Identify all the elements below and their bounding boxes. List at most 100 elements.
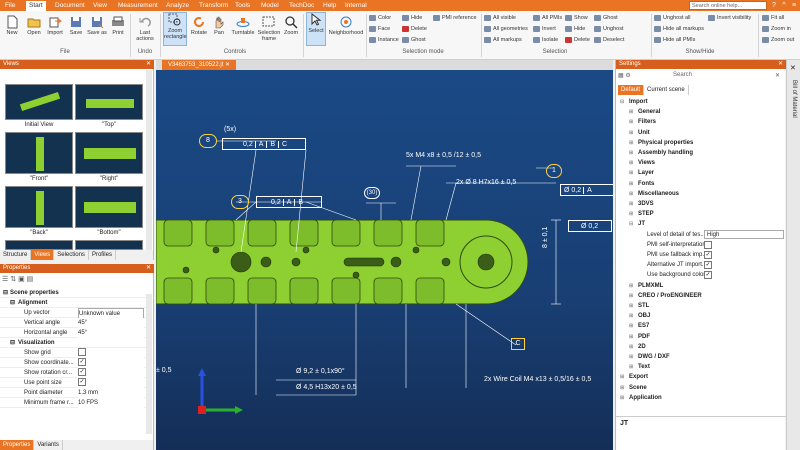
menu-techdoc[interactable]: TechDoc: [286, 1, 317, 11]
fcf-profile[interactable]: 0,2 ABC: [222, 138, 306, 150]
settings-row[interactable]: ⊞ Physical properties: [616, 138, 786, 148]
settings-row[interactable]: ⊞ Assembly handling: [616, 148, 786, 158]
expand-icon[interactable]: ⊞: [629, 168, 633, 178]
settings-row[interactable]: ⊞ Filters: [616, 117, 786, 127]
settings-row[interactable]: ⊞ PLMXML: [616, 281, 786, 291]
zoom-rectangle-button[interactable]: Zoom rectangle: [163, 12, 187, 46]
expand-icon[interactable]: ⊞: [629, 107, 633, 117]
expand-icon[interactable]: ⊞: [629, 189, 633, 199]
zoom-in[interactable]: Zoom in: [762, 25, 791, 33]
annotation-text[interactable]: Ø 9,2 ± 0,1x90°: [296, 368, 345, 375]
fcf-position-right[interactable]: Ø 0,2: [568, 220, 612, 232]
expand-icon[interactable]: ⊞: [629, 128, 633, 138]
tab-variants[interactable]: Variants: [34, 440, 63, 450]
settings-row[interactable]: ⊞ STEP: [616, 209, 786, 219]
settings-row[interactable]: Alternative JT import... ✓: [616, 260, 786, 270]
expand-icon[interactable]: ⊞: [629, 352, 633, 362]
settings-row[interactable]: ⊞ OBJ: [616, 311, 786, 321]
expand-icon[interactable]: ⊟: [620, 97, 624, 107]
settings-row[interactable]: ⊞ Scene: [616, 383, 786, 393]
menu-internal[interactable]: Internal: [342, 1, 370, 11]
sort-alpha-icon[interactable]: ⇅: [10, 276, 16, 283]
help-icon[interactable]: ?: [769, 0, 779, 11]
properties-scrollbar[interactable]: [146, 294, 152, 434]
expand-icon[interactable]: ⊞: [620, 383, 624, 393]
3d-viewport[interactable]: V3463753_310522.jt ✕ 8 (5x) 0,2 ABC 5x M…: [156, 60, 613, 450]
view-thumb-back[interactable]: [5, 186, 73, 228]
selmode-instance[interactable]: Instance: [369, 36, 399, 44]
menu-transform[interactable]: Transform: [196, 1, 231, 11]
selmode-hide[interactable]: Hide: [402, 14, 422, 22]
alignment-header[interactable]: ⊟ Alignment: [0, 298, 150, 308]
isolate-selection[interactable]: Isolate: [533, 36, 558, 44]
save-button[interactable]: Save: [67, 15, 85, 36]
tab-structure[interactable]: Structure: [0, 250, 32, 260]
bill-of-material-tab[interactable]: Bill of Material: [787, 80, 800, 118]
settings-checkbox[interactable]: ✓: [704, 251, 712, 259]
use-point-size-checkbox[interactable]: ✓: [78, 378, 86, 387]
tab-selections[interactable]: Selections: [54, 250, 89, 260]
fit-all[interactable]: Fit all: [762, 14, 784, 22]
ghost-selection[interactable]: Ghost: [594, 14, 618, 22]
delete-selection[interactable]: Delete: [565, 36, 590, 44]
show-grid-checkbox[interactable]: [78, 348, 86, 357]
invert-selection[interactable]: Invert: [533, 25, 556, 33]
show-grid-row[interactable]: Show grid: [0, 348, 150, 358]
view-thumb-extra[interactable]: [5, 240, 73, 250]
select-all-markups[interactable]: All markups: [484, 36, 522, 44]
annotation-text[interactable]: 5x M4 x8 ± 0,5 /12 ± 0,5: [406, 152, 481, 159]
expand-icon[interactable]: ⊞: [629, 209, 633, 219]
view-thumb-initial[interactable]: [5, 84, 73, 120]
settings-row[interactable]: ⊞ 3DVS: [616, 199, 786, 209]
menu-file[interactable]: File: [2, 1, 18, 11]
document-tab[interactable]: V3463753_310522.jt ✕: [162, 60, 237, 70]
save-as-button[interactable]: Save as: [87, 15, 107, 36]
zoom-out[interactable]: Zoom out: [762, 36, 794, 44]
expand-icon[interactable]: ⊞: [629, 291, 633, 301]
settings-row[interactable]: ⊞ STL: [616, 301, 786, 311]
settings-row[interactable]: ⊞ Layer: [616, 168, 786, 178]
settings-row[interactable]: Level of detail of tes... High: [616, 229, 786, 240]
print-button[interactable]: Print: [109, 15, 127, 36]
scene-properties-header[interactable]: ⊟ Scene properties: [0, 288, 150, 298]
settings-row[interactable]: Use background color ✓: [616, 270, 786, 280]
settings-row[interactable]: ⊞ Unit: [616, 128, 786, 138]
menu-tools[interactable]: Tools: [232, 1, 253, 11]
settings-row[interactable]: ⊞ Miscellaneous: [616, 189, 786, 199]
view-thumb-top[interactable]: [75, 84, 143, 120]
collapse-icon[interactable]: ▤: [27, 276, 34, 283]
invert-visibility[interactable]: Invert visibility: [708, 14, 751, 22]
settings-row[interactable]: ⊞ Fonts: [616, 179, 786, 189]
neighborhood-button[interactable]: Neighborhood: [328, 15, 364, 36]
settings-row[interactable]: ⊞ Export: [616, 372, 786, 382]
balloon-3[interactable]: 3: [231, 195, 249, 209]
show-selection[interactable]: Show: [565, 14, 588, 22]
expand-icon[interactable]: ⊞: [629, 332, 633, 342]
settings-row[interactable]: ⊟ Import: [616, 97, 786, 107]
point-diameter-row[interactable]: Point diameter 1.3 mm: [0, 388, 150, 398]
annotation-text[interactable]: 2x Ø 8 H7x16 ± 0,5: [456, 179, 516, 186]
close-icon[interactable]: ✕: [775, 72, 780, 79]
expand-icon[interactable]: ⊞: [629, 199, 633, 209]
balloon-1[interactable]: 1: [546, 164, 562, 178]
turntable-button[interactable]: Turntable: [229, 15, 257, 36]
selmode-face[interactable]: Face: [369, 25, 390, 33]
settings-row[interactable]: ⊞ DWG / DXF: [616, 352, 786, 362]
up-vector-row[interactable]: Up vector Unknown value: [0, 308, 150, 320]
settings-row[interactable]: ⊞ PDF: [616, 332, 786, 342]
menu-help[interactable]: Help: [320, 1, 339, 11]
show-rotation-row[interactable]: Show rotation cr... ✓: [0, 368, 150, 378]
horizontal-angle-row[interactable]: Horizontal angle 45°: [0, 328, 150, 338]
vertical-angle-row[interactable]: Vertical angle 45°: [0, 318, 150, 328]
tab-default[interactable]: Default: [618, 85, 645, 95]
annotation-text[interactable]: ± 0,5: [156, 367, 172, 374]
selection-frame-button[interactable]: Selection frame: [257, 15, 281, 42]
expand-icon[interactable]: ⊞: [629, 179, 633, 189]
fcf-position[interactable]: Ø 0,2 A: [560, 184, 613, 196]
menu-document[interactable]: Document: [52, 1, 88, 11]
show-coordinate-row[interactable]: Show coordinate... ✓: [0, 358, 150, 368]
panel-close-icon[interactable]: ✕: [146, 264, 151, 273]
hide-all-markups[interactable]: Hide all markups: [654, 25, 704, 33]
hide-selection[interactable]: Hide: [565, 25, 585, 33]
annotation-text[interactable]: 8 ± 0,1: [542, 227, 549, 248]
